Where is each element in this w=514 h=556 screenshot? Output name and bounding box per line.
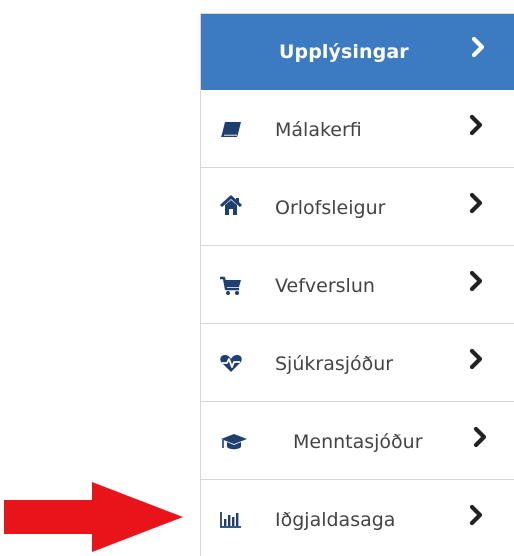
chevron-right-icon [469,504,485,530]
menu-item-vefverslun[interactable]: Vefverslun [201,246,514,324]
chevron-right-icon [469,270,485,296]
menu-item-label: Iðgjaldasaga [275,509,396,531]
menu-header-label: Upplýsingar [279,41,409,63]
chevron-right-icon [469,348,485,374]
chevron-right-icon [469,114,485,140]
chevron-right-icon [471,36,487,62]
cart-icon [219,275,245,297]
menu-item-label: Málakerfi [275,119,362,141]
chevron-right-icon [469,192,485,218]
menu-item-menntasjodur[interactable]: Menntasjóður [201,402,514,480]
menu-item-idgjaldasaga[interactable]: Iðgjaldasaga [201,480,514,556]
menu-item-orlofsleigur[interactable]: Orlofsleigur [201,168,514,246]
menu-item-malakerfi[interactable]: Málakerfi [201,90,514,168]
heartbeat-icon [219,352,245,374]
graduation-cap-icon [219,432,251,454]
canvas: Upplýsingar Málakerfi Orlofsleigur Vefve… [0,0,514,556]
red-arrow-icon [4,482,183,552]
bar-chart-icon [219,510,245,532]
menu-header-upplysingar[interactable]: Upplýsingar [201,14,514,90]
menu-item-label: Menntasjóður [293,431,423,453]
sidebar-menu: Upplýsingar Málakerfi Orlofsleigur Vefve… [200,13,514,556]
menu-item-label: Sjúkrasjóður [275,353,394,375]
home-icon [219,195,245,217]
menu-item-label: Orlofsleigur [275,197,386,219]
book-icon [219,120,245,142]
menu-item-sjukrasjodur[interactable]: Sjúkrasjóður [201,324,514,402]
menu-item-label: Vefverslun [275,275,375,297]
chevron-right-icon [473,426,489,452]
